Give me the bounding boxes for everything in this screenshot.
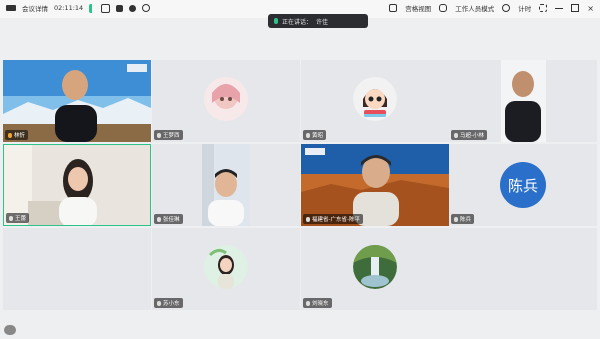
video-tile-chenping[interactable]: 福建省-广东省-陈平: [301, 144, 449, 226]
speaker-name: 许佳: [316, 18, 329, 26]
grid-view-icon: [389, 4, 398, 12]
video-tile-wanglei[interactable]: 王蕾: [3, 144, 151, 226]
participant-name-tag: 林忻: [5, 130, 29, 140]
empty-tile: [449, 228, 597, 310]
meeting-info-label[interactable]: 会议详情: [22, 3, 48, 13]
participant-name-tag: 刘晓东: [303, 298, 332, 308]
participant-name-tag: 黄昭: [303, 130, 327, 140]
expand-icon[interactable]: [539, 4, 548, 12]
participant-name-tag: 陈兵: [451, 214, 475, 224]
signal-bars-icon[interactable]: [89, 3, 96, 13]
avatar-tile-huangzhao[interactable]: 黄昭: [301, 60, 449, 142]
participant-name-tag: 福建省-广东省-陈平: [303, 214, 363, 224]
mic-icon: [454, 132, 458, 138]
avatar-tile-wangmengxi[interactable]: 王梦西: [152, 60, 300, 142]
cartoon-girl-avatar: [353, 77, 397, 121]
app-logo-icon: [6, 5, 16, 11]
mic-icon: [157, 216, 161, 222]
text-avatar: 陈兵: [500, 162, 546, 208]
participant-name-tag: 张佳琳: [154, 214, 183, 224]
assistant-mode-button[interactable]: 工作人员模式: [455, 3, 494, 13]
mic-icon: [8, 132, 12, 138]
minimize-button[interactable]: [555, 7, 564, 9]
video-tile-machao[interactable]: 马超-小林: [449, 60, 597, 142]
avatar-tile-liuxiaodong[interactable]: 刘晓东: [301, 228, 449, 310]
record-icon[interactable]: [129, 4, 137, 12]
mic-icon: [9, 215, 13, 221]
participant-name-tag: 王梦西: [154, 130, 183, 140]
mic-icon: [157, 300, 161, 306]
waterfall-avatar: [353, 245, 397, 289]
meeting-timer: 02:11:14: [54, 4, 84, 12]
mic-icon: [454, 216, 458, 222]
avatar-tile-suxiaodong[interactable]: 苏小东: [152, 228, 300, 310]
participant-name-tag: 王蕾: [6, 213, 30, 223]
anime-girl-avatar: [204, 77, 248, 121]
mic-icon: [306, 132, 310, 138]
video-tile-linxin[interactable]: 林忻: [3, 60, 151, 142]
toolbar-right: 宫格视图 工作人员模式 计时 ×: [389, 3, 594, 13]
clock-icon: [502, 4, 511, 12]
mic-icon: [306, 216, 310, 222]
woman-photo-avatar: [204, 245, 248, 289]
active-speaker-bar: 正在讲话： 许佳: [268, 14, 368, 28]
maximize-button[interactable]: [571, 4, 580, 12]
close-button[interactable]: ×: [587, 4, 594, 13]
shield-icon: [439, 4, 448, 12]
screen-icon[interactable]: [116, 4, 124, 12]
mic-icon: [157, 132, 161, 138]
timer-button[interactable]: 计时: [518, 3, 531, 13]
collapse-handle[interactable]: [4, 325, 16, 335]
avatar-tile-chenbing[interactable]: 陈兵 陈兵: [449, 144, 597, 226]
video-tile-zhangjialin[interactable]: 张佳琳: [152, 144, 300, 226]
participant-name-tag: 苏小东: [154, 298, 183, 308]
speaker-label: 正在讲话：: [282, 18, 313, 26]
settings-icon[interactable]: [142, 4, 151, 12]
mic-icon: [306, 300, 310, 306]
view-mode-button[interactable]: 宫格视图: [405, 3, 431, 13]
empty-tile: [3, 228, 151, 310]
share-icon[interactable]: [101, 3, 111, 13]
participant-name-tag: 马超-小林: [451, 130, 487, 140]
mic-icon: [274, 18, 278, 24]
toolbar-left: 会议详情 02:11:14: [6, 3, 151, 13]
